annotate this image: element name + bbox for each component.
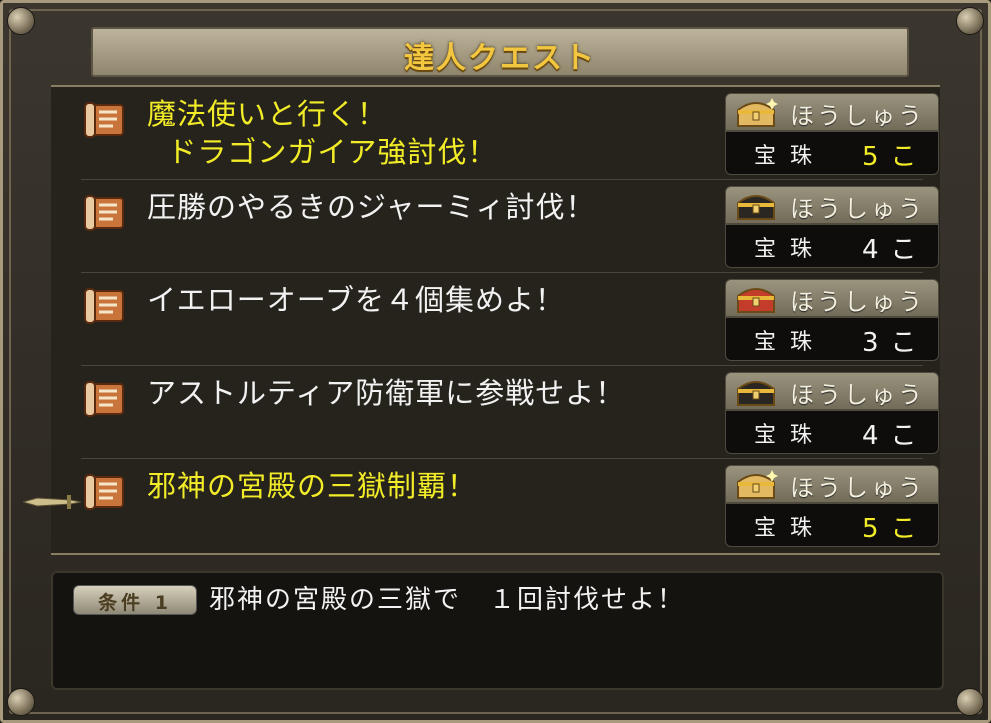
quest-window: 達人クエスト 魔法使いと行く！ ドラゴンガイア強討伐！ ほうしゅう 宝珠 5こ 圧勝のや… [0, 0, 991, 723]
reward-label: ほうしゅう [790, 288, 925, 316]
condition-badge-label: 条件 1 [98, 592, 172, 614]
scroll-icon [84, 102, 124, 138]
reward-item-name: 宝珠 [754, 423, 827, 448]
reward-box: ほうしゅう宝珠 5こ [725, 465, 939, 547]
scroll-icon [84, 474, 124, 510]
quest-title: アストルティア防衛軍に参戦せよ！ [147, 376, 626, 410]
selection-pointer-icon [23, 495, 82, 509]
corner-ornament [956, 7, 984, 35]
reward-label: ほうしゅう [790, 102, 925, 130]
quest-title: 魔法使いと行く！ ドラゴンガイア強討伐！ [147, 97, 498, 169]
reward-item-count: 4こ [862, 421, 929, 451]
corner-ornament [7, 688, 35, 716]
treasure-chest-icon [737, 195, 775, 220]
corner-ornament [7, 7, 35, 35]
quest-row[interactable]: イエローオーブを４個集めよ！ ほうしゅう宝珠 3こ [81, 273, 939, 366]
reward-item-count: 5こ [862, 142, 929, 172]
reward-detail: 宝珠 3こ [725, 317, 939, 361]
reward-item-count: 5こ [862, 514, 929, 544]
reward-item-count: 3こ [862, 328, 929, 358]
reward-header: ほうしゅう [725, 372, 939, 410]
window-title: 達人クエスト [404, 41, 596, 76]
reward-item-name: 宝珠 [754, 237, 827, 262]
reward-item-name: 宝珠 [754, 144, 827, 169]
quest-row[interactable]: 邪神の宮殿の三獄制覇！ ほうしゅう宝珠 5こ [81, 459, 939, 551]
quest-row[interactable]: 圧勝のやるきのジャーミィ討伐！ ほうしゅう宝珠 4こ [81, 180, 939, 273]
condition-text: 邪神の宮殿の三獄で １回討伐せよ！ [209, 585, 686, 615]
quest-list: 魔法使いと行く！ ドラゴンガイア強討伐！ ほうしゅう 宝珠 5こ 圧勝のやるきのジャーミ… [51, 85, 940, 555]
reward-header: ほうしゅう [725, 465, 939, 503]
reward-box: ほうしゅう宝珠 4こ [725, 372, 939, 454]
scroll-icon [84, 288, 124, 324]
reward-header: ほうしゅう [725, 279, 939, 317]
quest-title: イエローオーブを４個集めよ！ [147, 283, 565, 317]
reward-header: ほうしゅう [725, 186, 939, 224]
reward-item-count: 4こ [862, 235, 929, 265]
scroll-icon [84, 381, 124, 417]
reward-detail: 宝珠 5こ [725, 503, 939, 547]
quest-row[interactable]: 魔法使いと行く！ ドラゴンガイア強討伐！ ほうしゅう宝珠 5こ [81, 87, 939, 180]
treasure-chest-icon [737, 470, 778, 499]
treasure-chest-icon [737, 381, 775, 406]
reward-box: ほうしゅう宝珠 5こ [725, 93, 939, 175]
reward-label: ほうしゅう [790, 381, 925, 409]
reward-detail: 宝珠 5こ [725, 131, 939, 175]
corner-ornament [956, 688, 984, 716]
condition-badge: 条件 1 [73, 585, 197, 615]
reward-detail: 宝珠 4こ [725, 410, 939, 454]
quest-row[interactable]: アストルティア防衛軍に参戦せよ！ ほうしゅう宝珠 4こ [81, 366, 939, 459]
quest-title: 邪神の宮殿の三獄制覇！ [147, 469, 478, 503]
reward-label: ほうしゅう [790, 474, 925, 502]
reward-item-name: 宝珠 [754, 330, 827, 355]
condition-panel: 条件 1 邪神の宮殿の三獄で １回討伐せよ！ [51, 571, 944, 690]
reward-item-name: 宝珠 [754, 516, 827, 541]
title-bar: 達人クエスト [91, 27, 909, 77]
reward-header: ほうしゅう [725, 93, 939, 131]
reward-box: ほうしゅう宝珠 4こ [725, 186, 939, 268]
reward-detail: 宝珠 4こ [725, 224, 939, 268]
treasure-chest-icon [737, 98, 778, 127]
reward-label: ほうしゅう [790, 195, 925, 223]
reward-box: ほうしゅう宝珠 3こ [725, 279, 939, 361]
scroll-icon [84, 195, 124, 231]
treasure-chest-icon [737, 288, 775, 313]
quest-title: 圧勝のやるきのジャーミィ討伐！ [147, 190, 596, 224]
